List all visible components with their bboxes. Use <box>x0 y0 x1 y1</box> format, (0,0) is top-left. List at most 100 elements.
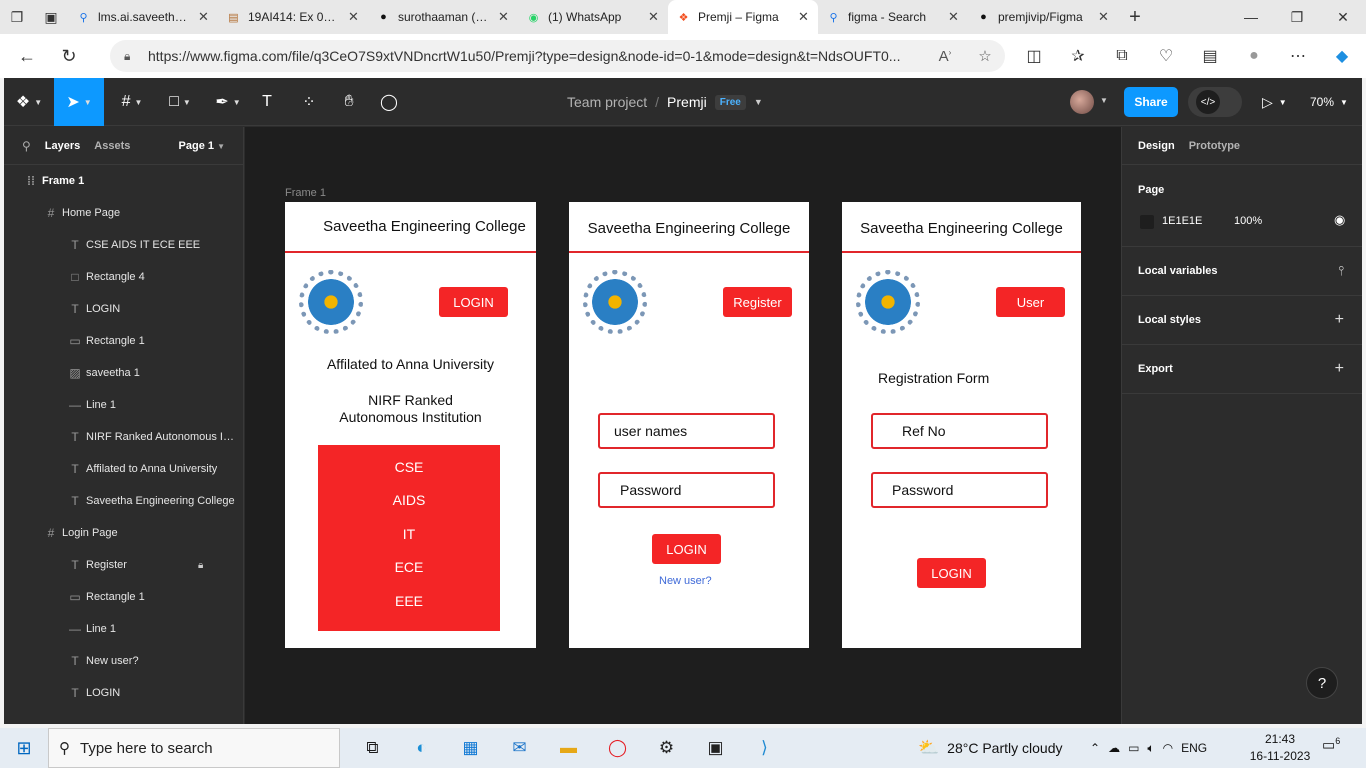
present-button[interactable]: ▷ ▼ <box>1262 78 1287 126</box>
extensions-icon[interactable]: ▤ <box>1188 46 1232 66</box>
comment-tool-button[interactable]: ◯ <box>372 78 406 126</box>
hand-tool-button[interactable]: ✋︎ <box>332 78 366 126</box>
terminal-icon[interactable]: ▣ <box>691 728 740 768</box>
chevron-down-icon[interactable]: ▼ <box>1100 96 1108 105</box>
dev-mode-toggle[interactable]: </> <box>1188 87 1242 117</box>
tab-prototype[interactable]: Prototype <box>1189 140 1240 152</box>
page-opacity[interactable]: 100% <box>1234 215 1262 227</box>
share-button[interactable]: Share <box>1124 87 1178 117</box>
text-tool-button[interactable]: T <box>252 78 282 126</box>
layer-row[interactable]: ▭ Rectangle 1 <box>4 581 243 613</box>
layer-row[interactable]: — Line 1 <box>4 389 243 421</box>
search-icon[interactable]: ⚲ <box>22 139 31 153</box>
battery-icon[interactable]: ▭ <box>1128 741 1139 755</box>
tab-actions-icon[interactable]: ▣ <box>34 0 68 34</box>
collections-icon[interactable]: ⧉ <box>1100 47 1144 65</box>
page-color-swatch[interactable] <box>1140 215 1154 229</box>
page-color-hex[interactable]: 1E1E1E <box>1162 215 1202 227</box>
browser-tab[interactable]: ◉ (1) WhatsApp ✕ <box>518 0 668 34</box>
layer-row[interactable]: ⁞⁞ Frame 1 <box>4 165 243 197</box>
profile-icon[interactable]: ● <box>1232 47 1276 65</box>
wifi-icon[interactable]: ◠ <box>1163 741 1173 755</box>
read-aloud-icon[interactable]: A› <box>925 48 965 65</box>
layer-row[interactable]: T Saveetha Engineering College <box>4 485 243 517</box>
username-field[interactable]: user names <box>598 413 775 449</box>
password-field[interactable]: Password <box>598 472 775 508</box>
home-page-frame[interactable]: Saveetha Engineering College LOGIN Affil… <box>285 202 536 648</box>
new-tab-button[interactable]: + <box>1118 6 1152 29</box>
notifications-button[interactable]: ▭6 <box>1322 736 1340 754</box>
login-page-frame[interactable]: Saveetha Engineering College Register us… <box>569 202 809 648</box>
pen-tool-button[interactable]: ✒ ▼ <box>206 78 250 126</box>
taskbar-search[interactable]: ⚲ Type here to search <box>48 728 340 768</box>
volume-icon[interactable]: 🔈︎ <box>1147 741 1154 756</box>
browser-tab[interactable]: ⚲ figma - Search ✕ <box>818 0 968 34</box>
layer-row[interactable]: ▭ Rectangle 1 <box>4 325 243 357</box>
language-indicator[interactable]: ENG <box>1181 741 1207 755</box>
file-explorer-icon[interactable]: ▬ <box>544 728 593 768</box>
zoom-dropdown[interactable]: 70% ▼ <box>1310 78 1348 126</box>
windows-start-icon[interactable]: ⊞ <box>0 728 48 768</box>
workspaces-icon[interactable]: ❐ <box>0 0 34 34</box>
local-variables-section[interactable]: Local variables ⫯ <box>1122 247 1362 296</box>
task-view-icon[interactable]: ⧉ <box>348 728 397 768</box>
add-export-icon[interactable]: + <box>1335 360 1344 378</box>
register-button[interactable]: Register <box>723 287 792 317</box>
avatar[interactable] <box>1070 90 1094 114</box>
more-menu-icon[interactable]: ⋯ <box>1276 46 1320 66</box>
layer-row[interactable]: □ Rectangle 4 <box>4 261 243 293</box>
layer-row[interactable]: T Affilated to Anna University <box>4 453 243 485</box>
close-tab-icon[interactable]: ✕ <box>948 9 960 25</box>
user-page-frame[interactable]: Saveetha Engineering College User Regist… <box>842 202 1081 648</box>
user-button[interactable]: User <box>996 287 1065 317</box>
close-tab-icon[interactable]: ✕ <box>648 9 660 25</box>
restore-button[interactable]: ❐ <box>1274 0 1320 34</box>
back-button[interactable]: ← <box>6 34 48 78</box>
browser-tab[interactable]: ⚲ lms.ai.saveetha.ac.in ✕ <box>68 0 218 34</box>
weather-widget[interactable]: ⛅ 28°C Partly cloudy <box>918 728 1063 768</box>
vscode-icon[interactable]: ⟩ <box>740 728 789 768</box>
close-tab-icon[interactable]: ✕ <box>798 9 810 25</box>
export-section[interactable]: Export + <box>1122 345 1362 394</box>
eye-icon[interactable]: ◉ <box>1334 212 1345 228</box>
layer-row[interactable]: T CSE AIDS IT ECE EEE <box>4 229 243 261</box>
onedrive-icon[interactable]: ☁ <box>1108 741 1120 755</box>
chevron-down-icon[interactable]: ▼ <box>754 97 763 107</box>
opera-icon[interactable]: ◯ <box>593 728 642 768</box>
layer-row[interactable]: # Home Page <box>4 197 243 229</box>
design-canvas[interactable]: Frame 1 Saveetha Engineering College LOG… <box>245 127 1121 724</box>
refresh-button[interactable]: ↻ <box>48 34 90 78</box>
store-icon[interactable]: ▦ <box>446 728 495 768</box>
mail-icon[interactable]: ✉ <box>495 728 544 768</box>
browser-tab[interactable]: ● surothaaman (surothaaman) ✕ <box>368 0 518 34</box>
clock[interactable]: 21:43 16-11-2023 <box>1244 731 1316 765</box>
edge-icon[interactable]: ◐ <box>397 728 446 768</box>
lock-icon[interactable]: 🔒︎ <box>198 560 203 571</box>
minimize-button[interactable]: — <box>1228 0 1274 34</box>
layer-row[interactable]: T Register 🔒︎ <box>4 549 243 581</box>
ref-no-field[interactable]: Ref No <box>871 413 1048 449</box>
tab-design[interactable]: Design <box>1138 140 1175 152</box>
file-name[interactable]: Premji <box>667 94 707 110</box>
frame-label[interactable]: Frame 1 <box>285 187 326 199</box>
address-bar[interactable]: 🔒︎ https://www.figma.com/file/q3CeO7S9xt… <box>110 40 1005 72</box>
browser-tab[interactable]: ▤ 19AI414: Ex 09 - Figma ✕ <box>218 0 368 34</box>
layer-row[interactable]: T NIRF Ranked Autonomous Institution <box>4 421 243 453</box>
lock-icon[interactable]: 🔒︎ <box>124 49 148 64</box>
close-tab-icon[interactable]: ✕ <box>498 9 510 25</box>
close-tab-icon[interactable]: ✕ <box>348 9 360 25</box>
browser-tab[interactable]: ● premjivip/Figma ✕ <box>968 0 1118 34</box>
close-tab-icon[interactable]: ✕ <box>1098 9 1110 25</box>
variables-settings-icon[interactable]: ⫯ <box>1338 263 1344 279</box>
layer-row[interactable]: T LOGIN <box>4 293 243 325</box>
user-login-button[interactable]: LOGIN <box>917 558 986 588</box>
new-user-link[interactable]: New user? <box>659 575 712 587</box>
layer-row[interactable]: ▨ saveetha 1 <box>4 357 243 389</box>
chevron-up-icon[interactable]: ⌃ <box>1090 741 1100 755</box>
layer-row[interactable]: T New user? <box>4 645 243 677</box>
layer-row[interactable]: T LOGIN <box>4 677 243 709</box>
help-button[interactable]: ? <box>1306 667 1338 699</box>
frame-tool-button[interactable]: # ▼ <box>110 78 154 126</box>
close-window-button[interactable]: ✕ <box>1320 0 1366 34</box>
favorites-icon[interactable]: ✰ <box>1056 46 1100 66</box>
